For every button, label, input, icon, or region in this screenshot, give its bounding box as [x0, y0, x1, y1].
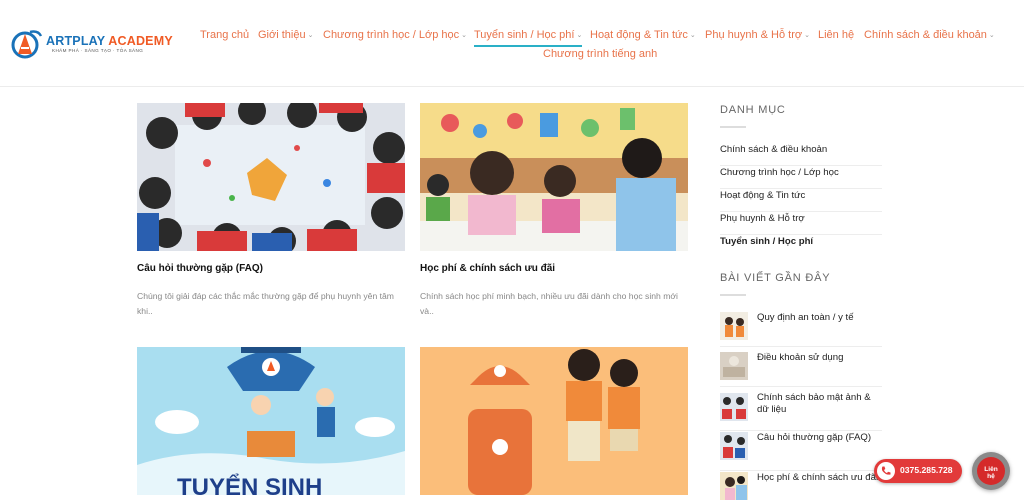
category-link[interactable]: Chính sách & điều khoản	[720, 142, 882, 166]
phone-icon	[877, 462, 895, 480]
contact-float-button[interactable]: Liên hệ	[972, 452, 1010, 490]
post-excerpt: Chính sách học phí minh bạch, nhiều ưu đ…	[420, 291, 678, 316]
recent-post-title[interactable]: Điều khoản sử dụng	[757, 352, 883, 364]
heading-divider	[720, 126, 746, 128]
post-title[interactable]: Câu hỏi thường gặp (FAQ)	[137, 263, 263, 274]
nav-english-program[interactable]: Chương trình tiếng anh	[543, 48, 657, 60]
category-link-current[interactable]: Tuyển sinh / Học phí	[720, 234, 882, 257]
nav-news[interactable]: Hoạt động & Tin tức ⌄	[590, 27, 696, 43]
poster-text: TUYỂN SINH	[177, 473, 322, 495]
recent-post-thumbnail[interactable]	[720, 312, 748, 340]
post-card[interactable]: Học phí & chính sách ưu đãi Chính sách h…	[420, 103, 688, 323]
post-thumbnail-image[interactable]	[420, 103, 688, 251]
site-header: ARTPLAY ACADEMY KHÁM PHÁ · SÁNG TẠO · TỎ…	[0, 0, 1024, 87]
recent-post-title[interactable]: Câu hỏi thường gặp (FAQ)	[757, 432, 883, 444]
contact-badge: Liên hệ	[977, 457, 1005, 485]
recent-post[interactable]: Chính sách bảo mật ảnh & dữ liệu	[720, 388, 882, 431]
recent-post-title[interactable]: Học phí & chính sách ưu đãi	[757, 472, 883, 484]
contact-label: Liên hệ	[984, 466, 998, 480]
recent-post[interactable]: Quy định an toàn / y tế	[720, 308, 882, 347]
recent-post-thumbnail[interactable]	[720, 432, 748, 460]
recent-post[interactable]: Điều khoản sử dụng	[720, 348, 882, 387]
post-excerpt: Chúng tôi giải đáp các thắc mắc thường g…	[137, 291, 394, 316]
post-thumbnail-image[interactable]	[420, 347, 688, 495]
post-card[interactable]: Câu hỏi thường gặp (FAQ) Chúng tôi giải …	[137, 103, 405, 323]
chevron-down-icon: ⌄	[461, 32, 468, 39]
chevron-down-icon: ⌄	[689, 32, 696, 39]
post-thumbnail-image[interactable]: TUYỂN SINH	[137, 347, 405, 495]
heading-divider	[720, 294, 746, 296]
nav-about[interactable]: Giới thiệu ⌄	[258, 27, 313, 43]
nav-home[interactable]: Trang chủ	[200, 27, 249, 43]
logo-emblem-icon	[11, 30, 43, 59]
nav-parents[interactable]: Phụ huynh & Hỗ trợ ⌄	[705, 27, 810, 43]
recent-post[interactable]: Học phí & chính sách ưu đãi	[720, 472, 883, 500]
chevron-down-icon: ⌄	[988, 32, 995, 39]
logo-text: ARTPLAY ACADEMY	[46, 34, 173, 48]
category-link[interactable]: Chương trình học / Lớp học	[720, 165, 882, 189]
recent-post-title[interactable]: Quy định an toàn / y tế	[757, 312, 883, 324]
site-logo[interactable]: ARTPLAY ACADEMY KHÁM PHÁ · SÁNG TẠO · TỎ…	[8, 28, 173, 60]
hotline-button[interactable]: 0375.285.728	[874, 459, 962, 483]
recent-post[interactable]: Câu hỏi thường gặp (FAQ)	[720, 432, 882, 471]
category-link[interactable]: Hoạt động & Tin tức	[720, 188, 882, 212]
post-thumbnail-image[interactable]	[137, 103, 405, 251]
recent-post-thumbnail[interactable]	[720, 472, 748, 500]
recent-post-thumbnail[interactable]	[720, 393, 748, 421]
chevron-down-icon: ⌄	[307, 32, 314, 39]
nav-contact[interactable]: Liên hệ	[818, 27, 854, 43]
categories-heading: DANH MỤC	[720, 104, 786, 116]
recent-post-thumbnail[interactable]	[720, 352, 748, 380]
post-title[interactable]: Học phí & chính sách ưu đãi	[420, 263, 555, 274]
recent-posts-heading: BÀI VIẾT GẦN ĐÂY	[720, 272, 831, 284]
recent-post-title[interactable]: Chính sách bảo mật ảnh & dữ liệu	[757, 392, 883, 416]
nav-admissions[interactable]: Tuyển sinh / Học phí ⌄	[474, 27, 583, 47]
chevron-down-icon: ⌄	[804, 32, 810, 39]
post-card[interactable]: TUYỂN SINH	[137, 347, 405, 495]
category-link[interactable]: Phụ huynh & Hỗ trợ	[720, 211, 882, 235]
post-card[interactable]	[420, 347, 688, 495]
nav-programs[interactable]: Chương trình học / Lớp học ⌄	[323, 27, 467, 43]
chevron-down-icon: ⌄	[576, 32, 583, 39]
hotline-number: 0375.285.728	[900, 465, 953, 475]
nav-policies[interactable]: Chính sách & điều khoản ⌄	[864, 27, 995, 43]
logo-tagline: KHÁM PHÁ · SÁNG TẠO · TỎA SÁNG	[52, 48, 144, 53]
